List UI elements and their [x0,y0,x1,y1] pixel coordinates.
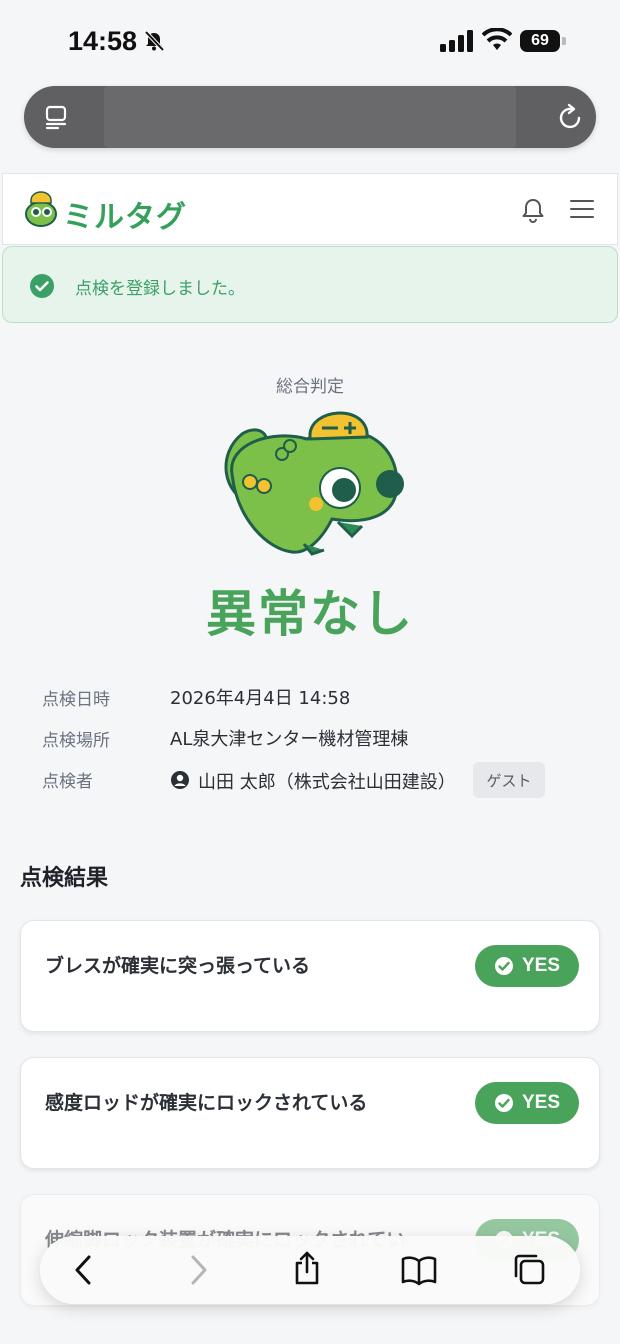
battery-tip [562,37,566,45]
check-circle-icon [494,957,513,975]
battery-indicator: 69 [520,30,560,52]
share-icon[interactable] [292,1250,322,1286]
judgement-result: 異常なし [206,585,414,643]
yes-label: YES [521,1092,561,1113]
judgement-label: 総合判定 [276,377,344,397]
yes-badge: YES [475,1082,579,1124]
reload-icon[interactable] [558,103,584,131]
yes-label: YES [521,955,561,976]
inspector-label: 点検者 [42,772,93,792]
status-bar: 14:58 69 [0,0,620,80]
result-question: ブレスが確実に突っ張っている [45,955,311,977]
bell-off-icon [144,30,165,52]
results-title: 点検結果 [20,866,109,891]
tabs-icon[interactable] [512,1252,546,1286]
check-circle-icon [494,1094,513,1112]
notification-bell-icon[interactable] [519,196,547,224]
place-value: AL泉大津センター機材管理棟 [170,729,409,750]
date-value: 2026年4月4日 14:58 [170,688,351,709]
result-card: ブレスが確実に突っ張っている YES [20,920,600,1032]
mascot-illustration [224,411,404,556]
hamburger-menu-icon[interactable] [569,198,595,220]
address-bar[interactable] [24,86,596,148]
success-alert: 点検を登録しました。 [2,246,618,323]
logo-mascot-icon[interactable] [19,190,59,230]
check-circle-icon [30,274,54,298]
yes-badge: YES [475,945,579,987]
inspector-name: 山田 太郎（株式会社山田建設） [198,772,456,793]
result-question: 感度ロッドが確実にロックされている [45,1092,368,1114]
url-redacted[interactable] [104,86,516,148]
result-card: 感度ロッドが確実にロックされている YES [20,1057,600,1169]
place-label: 点検場所 [42,731,110,751]
signal-icon [440,30,473,52]
browser-toolbar [40,1236,580,1304]
bookmarks-icon[interactable] [400,1254,438,1286]
date-label: 点検日時 [42,690,110,710]
back-icon[interactable] [72,1254,96,1286]
status-time: 14:58 [68,26,138,56]
forward-icon[interactable] [186,1254,210,1286]
wifi-icon [482,28,512,50]
guest-badge: ゲスト [473,762,545,798]
page-menu-icon[interactable] [44,104,70,130]
logo-text[interactable]: ミルタグ [63,192,187,236]
user-circle-icon [171,771,189,789]
alert-message: 点検を登録しました。 [75,279,245,299]
app-header: ミルタグ [2,173,618,245]
